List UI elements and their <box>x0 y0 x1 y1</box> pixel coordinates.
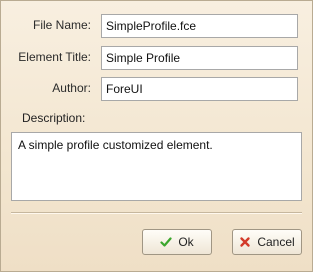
divider <box>11 212 302 214</box>
element-title-input[interactable] <box>101 46 298 70</box>
ok-button[interactable]: Ok <box>142 229 212 255</box>
ok-button-label: Ok <box>178 235 194 249</box>
description-textarea[interactable]: A simple profile customized element. <box>11 132 302 201</box>
description-label: Description: <box>22 111 86 125</box>
element-title-label: Element Title: <box>18 50 91 64</box>
author-input[interactable] <box>101 77 298 101</box>
cancel-button-label: Cancel <box>257 235 295 249</box>
element-properties-dialog: File Name: Element Title: Author: Descri… <box>0 0 313 272</box>
author-label: Author: <box>52 81 91 95</box>
file-name-input[interactable] <box>101 14 298 38</box>
cancel-button[interactable]: Cancel <box>232 229 302 255</box>
file-name-label: File Name: <box>32 18 91 32</box>
checkmark-icon <box>160 236 172 248</box>
close-icon <box>239 236 251 248</box>
